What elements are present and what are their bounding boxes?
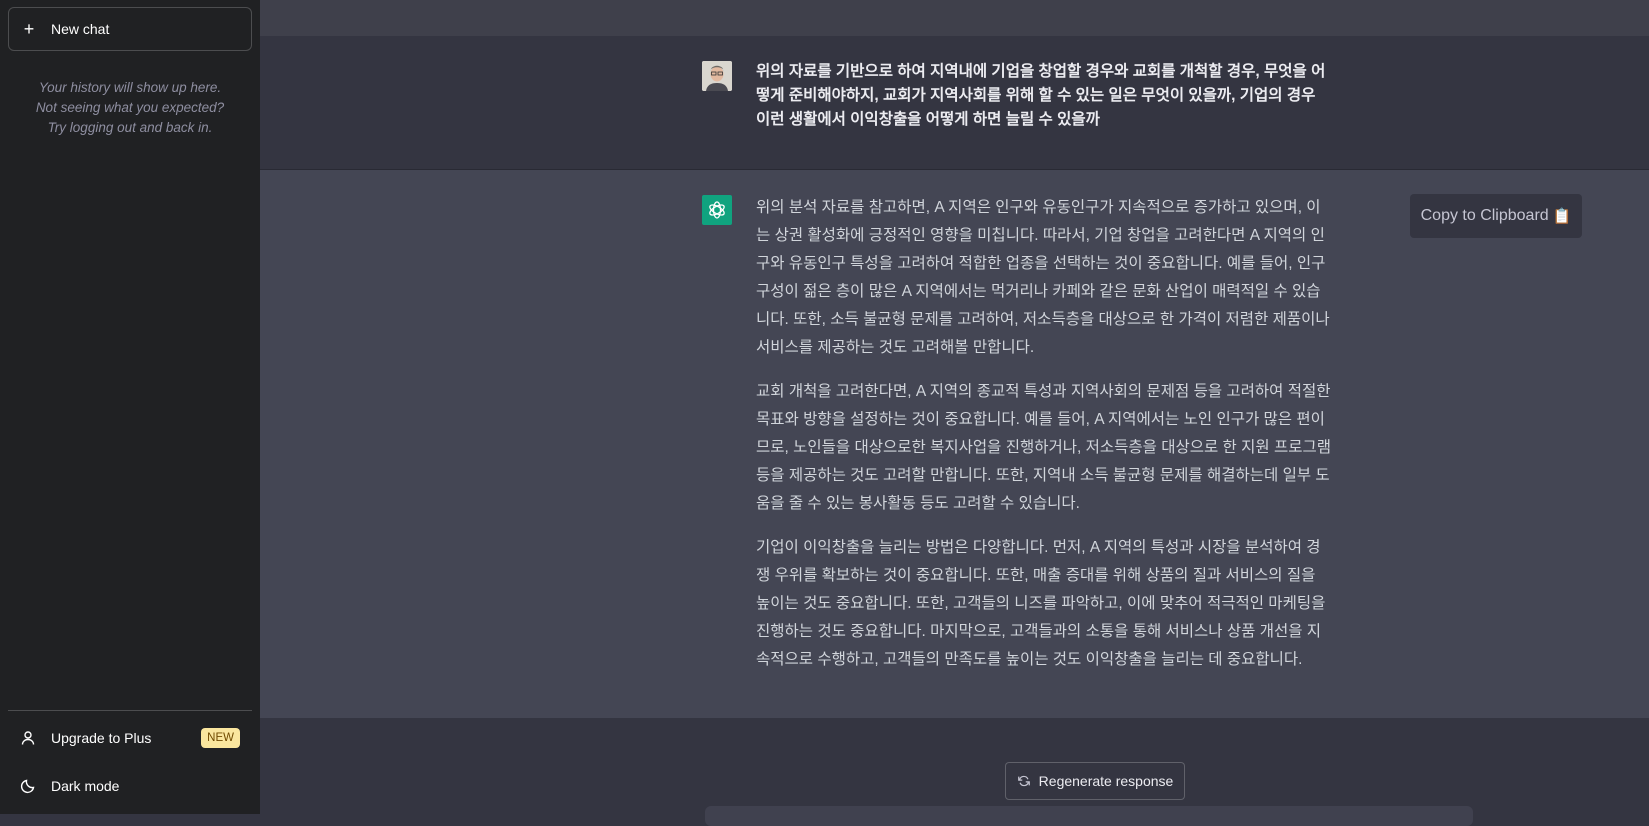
- reply-paragraph: 위의 분석 자료를 참고하면, A 지역은 인구와 유동인구가 지속적으로 증가…: [756, 194, 1416, 362]
- reply-line: 움을 줄 수 있는 봉사활동 등도 고려할 수 있습니다.: [756, 495, 1080, 512]
- reply-line: 구성이 젊은 층이 많은 A 지역에서는 먹거리나 카페와 같은 문화 산업이 …: [756, 283, 1321, 300]
- reply-line: 진행하는 것도 중요합니다. 마지막으로, 고객들과의 소통을 통해 서비스나 …: [756, 623, 1322, 640]
- reply-line: 위의 분석 자료를 참고하면, A 지역은 인구와 유동인구가 지속적으로 증가…: [756, 199, 1321, 216]
- copy-label: Copy to Clipboard: [1420, 207, 1549, 224]
- upgrade-to-plus-button[interactable]: Upgrade to Plus NEW: [8, 716, 252, 760]
- moon-icon: [20, 778, 36, 794]
- openai-logo-icon: [702, 195, 732, 225]
- user-message-line: 떻게 준비해야하지, 교회가 지역사회를 위해 할 수 있는 일은 무엇이 있을…: [756, 87, 1316, 104]
- dark-mode-button[interactable]: Dark mode: [8, 764, 252, 808]
- new-chat-label: New chat: [51, 21, 110, 37]
- user-message: 위의 자료를 기반으로 하여 지역내에 기업을 창업할 경우와 교회를 개척할 …: [260, 36, 1649, 170]
- upgrade-label: Upgrade to Plus: [51, 730, 152, 746]
- reply-line: 쟁 우위를 확보하는 것이 중요합니다. 또한, 매출 증대를 위해 상품의 질…: [756, 567, 1316, 584]
- user-message-line: 이런 생활에서 이익창출을 어떻게 하면 늘릴 수 있을까: [756, 111, 1100, 128]
- reply-line: 구와 유동인구 특성을 고려하여 적합한 업종을 선택하는 것이 중요합니다. …: [756, 255, 1326, 272]
- sidebar-divider: [8, 710, 252, 711]
- user-message-text: 위의 자료를 기반으로 하여 지역내에 기업을 창업할 경우와 교회를 개척할 …: [756, 60, 1406, 132]
- history-note-line: Your history will show up here.: [38, 80, 222, 95]
- user-avatar: [702, 61, 732, 91]
- regenerate-label: Regenerate response: [1038, 773, 1174, 789]
- reply-line: 등을 제공하는 것도 고려할 만합니다. 또한, 지역내 소득 불균형 문제를 …: [756, 467, 1330, 484]
- user-message-line: 위의 자료를 기반으로 하여 지역내에 기업을 창업할 경우와 교회를 개척할 …: [756, 63, 1326, 80]
- reply-line: 목표와 방향을 설정하는 것이 중요합니다. 예를 들어, A 지역에서는 노인…: [756, 411, 1325, 428]
- reply-line: 높이는 것도 중요합니다. 또한, 고객들의 니즈를 파악하고, 이에 맞추어 …: [756, 595, 1326, 612]
- reply-line: 니다. 또한, 소득 불균형 문제를 고려하여, 저소득층을 대상으로 한 가격…: [756, 311, 1330, 328]
- clipboard-icon: 📋: [1552, 208, 1572, 225]
- user-icon: [20, 730, 36, 746]
- top-strip: [260, 0, 1649, 37]
- reply-line: 므로, 노인들을 대상으로한 복지사업을 진행하거나, 저소득층을 대상으로 한…: [756, 439, 1331, 456]
- copy-to-clipboard-button[interactable]: Copy to Clipboard 📋: [1410, 194, 1582, 238]
- dark-mode-label: Dark mode: [51, 778, 120, 794]
- reply-line: 는 상권 활성화에 긍정적인 영향을 미칩니다. 따라서, 기업 창업을 고려한…: [756, 227, 1325, 244]
- plus-icon: +: [23, 19, 35, 39]
- reply-line: 서비스를 제공하는 것도 고려해볼 만합니다.: [756, 339, 1035, 356]
- new-badge: NEW: [201, 728, 240, 748]
- message-input[interactable]: [705, 806, 1473, 826]
- history-note: Your history will show up here. Not seei…: [8, 78, 252, 138]
- assistant-message: 위의 분석 자료를 참고하면, A 지역은 인구와 유동인구가 지속적으로 증가…: [260, 170, 1649, 718]
- assistant-message-text: 위의 분석 자료를 참고하면, A 지역은 인구와 유동인구가 지속적으로 증가…: [756, 194, 1416, 690]
- refresh-icon: [1017, 774, 1031, 788]
- reply-paragraph: 교회 개척을 고려한다면, A 지역의 종교적 특성과 지역사회의 문제점 등을…: [756, 378, 1416, 518]
- sidebar: + New chat Your history will show up her…: [0, 0, 260, 814]
- reply-paragraph: 기업이 이익창출을 늘리는 방법은 다양합니다. 먼저, A 지역의 특성과 시…: [756, 534, 1416, 674]
- main-area: 위의 자료를 기반으로 하여 지역내에 기업을 창업할 경우와 교회를 개척할 …: [260, 0, 1649, 826]
- history-note-line: Not seeing what you expected?: [35, 100, 225, 115]
- reply-line: 기업이 이익창출을 늘리는 방법은 다양합니다. 먼저, A 지역의 특성과 시…: [756, 539, 1321, 556]
- reply-line: 속적으로 수행하고, 고객들의 만족도를 높이는 것도 이익창출을 늘리는 데 …: [756, 651, 1303, 668]
- regenerate-response-button[interactable]: Regenerate response: [1005, 762, 1185, 800]
- reply-line: 교회 개척을 고려한다면, A 지역의 종교적 특성과 지역사회의 문제점 등을…: [756, 383, 1331, 400]
- history-note-line: Try logging out and back in.: [47, 120, 213, 135]
- new-chat-button[interactable]: + New chat: [8, 7, 252, 51]
